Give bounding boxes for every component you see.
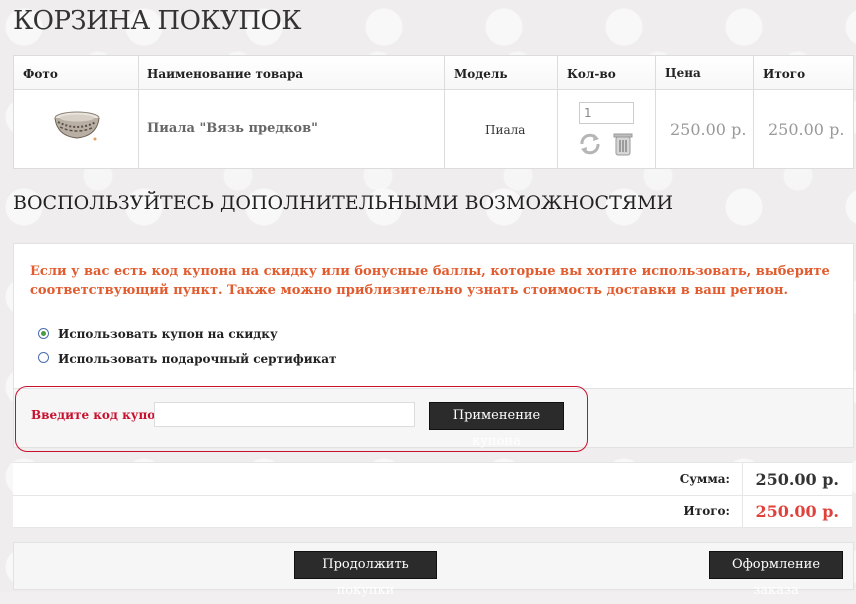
coupon-option-label[interactable]: Использовать купон на скидку: [58, 327, 278, 341]
certificate-option-label[interactable]: Использовать подарочный сертификат: [58, 352, 336, 366]
product-name-link[interactable]: Пиала "Вязь предков": [147, 121, 318, 136]
total-label: Итого:: [683, 504, 730, 518]
checkout-button[interactable]: Оформление заказа: [709, 551, 843, 598]
quantity-input[interactable]: 1: [579, 102, 634, 124]
extras-panel: Если у вас есть код купона на скидку или…: [13, 243, 854, 452]
cart-table: Фото Наименование товара Модель Кол-во Ц…: [13, 55, 854, 169]
header-model: Модель: [454, 67, 508, 81]
product-model: Пиала: [485, 123, 526, 137]
item-price: 250.00 р.: [670, 120, 747, 139]
header-photo: Фото: [23, 67, 58, 81]
sum-label: Сумма:: [679, 472, 730, 486]
total-value: 250.00 р.: [755, 502, 839, 521]
header-name: Наименование товара: [147, 67, 304, 81]
continue-shopping-button[interactable]: Продолжить покупки: [294, 551, 437, 598]
header-total: Итого: [763, 67, 806, 81]
extras-hint: Если у вас есть код купона на скидку или…: [30, 264, 830, 298]
coupon-input[interactable]: [154, 402, 415, 427]
apply-coupon-button[interactable]: Применение купона: [429, 402, 564, 449]
header-qty: Кол-во: [567, 67, 616, 81]
header-price: Цена: [665, 66, 701, 80]
table-header-row: [14, 56, 853, 90]
trash-icon[interactable]: [610, 131, 636, 157]
certificate-radio[interactable]: [38, 352, 49, 363]
coupon-radio[interactable]: [38, 328, 49, 339]
product-photo[interactable]: [51, 108, 103, 148]
extras-heading: ВОСПОЛЬЗУЙТЕСЬ ДОПОЛНИТЕЛЬНЫМИ ВОЗМОЖНОС…: [13, 192, 674, 214]
totals-table: Сумма: 250.00 р. Итого: 250.00 р.: [13, 462, 852, 528]
refresh-icon[interactable]: [577, 131, 603, 157]
item-total: 250.00 р.: [768, 120, 845, 139]
cart-actions: Продолжить покупки Оформление заказа: [13, 542, 854, 598]
sum-value: 250.00 р.: [755, 470, 839, 489]
page-title: КОРЗИНА ПОКУПОК: [13, 6, 301, 36]
